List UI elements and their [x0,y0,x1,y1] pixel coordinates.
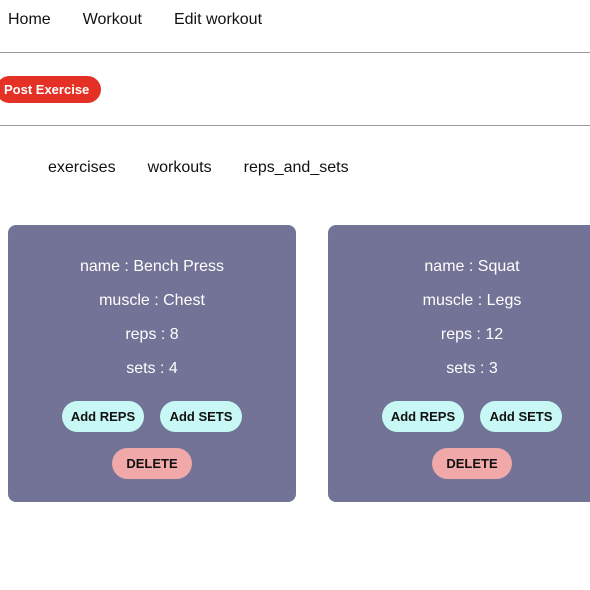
nav-edit-workout-link[interactable]: Edit workout [174,11,262,29]
tab-workouts[interactable]: workouts [148,159,212,177]
delete-button[interactable]: DELETE [432,448,512,479]
add-sets-button[interactable]: Add SETS [160,401,242,432]
exercise-muscle: muscle : Chest [99,292,205,309]
divider-bottom [0,125,590,126]
tab-exercises[interactable]: exercises [48,159,116,177]
post-exercise-button[interactable]: Post Exercise [0,76,102,103]
nav-home-link[interactable]: Home [8,11,51,29]
card-actions: Add REPS Add SETS [328,401,590,432]
exercise-card: name : Bench Press muscle : Chest reps :… [8,225,296,502]
top-nav: Home Workout Edit workout [8,10,294,30]
exercise-name: name : Bench Press [79,258,225,275]
exercise-sets: sets : 3 [446,360,498,377]
add-reps-button[interactable]: Add REPS [382,401,464,432]
exercise-name: name : Squat [424,258,520,275]
add-sets-button[interactable]: Add SETS [480,401,562,432]
exercise-muscle: muscle : Legs [422,292,522,309]
nav-workout-link[interactable]: Workout [83,11,142,29]
add-reps-button[interactable]: Add REPS [62,401,144,432]
exercise-reps: reps : 8 [125,326,179,343]
divider-top [0,52,590,53]
exercise-reps: reps : 12 [440,326,504,343]
delete-button[interactable]: DELETE [112,448,192,479]
tab-reps-and-sets[interactable]: reps_and_sets [244,159,349,177]
exercise-sets: sets : 4 [126,360,178,377]
card-actions: Add REPS Add SETS [8,401,296,432]
exercise-card: name : Squat muscle : Legs reps : 12 set… [328,225,590,502]
section-tabs: exercises workouts reps_and_sets [48,159,381,177]
